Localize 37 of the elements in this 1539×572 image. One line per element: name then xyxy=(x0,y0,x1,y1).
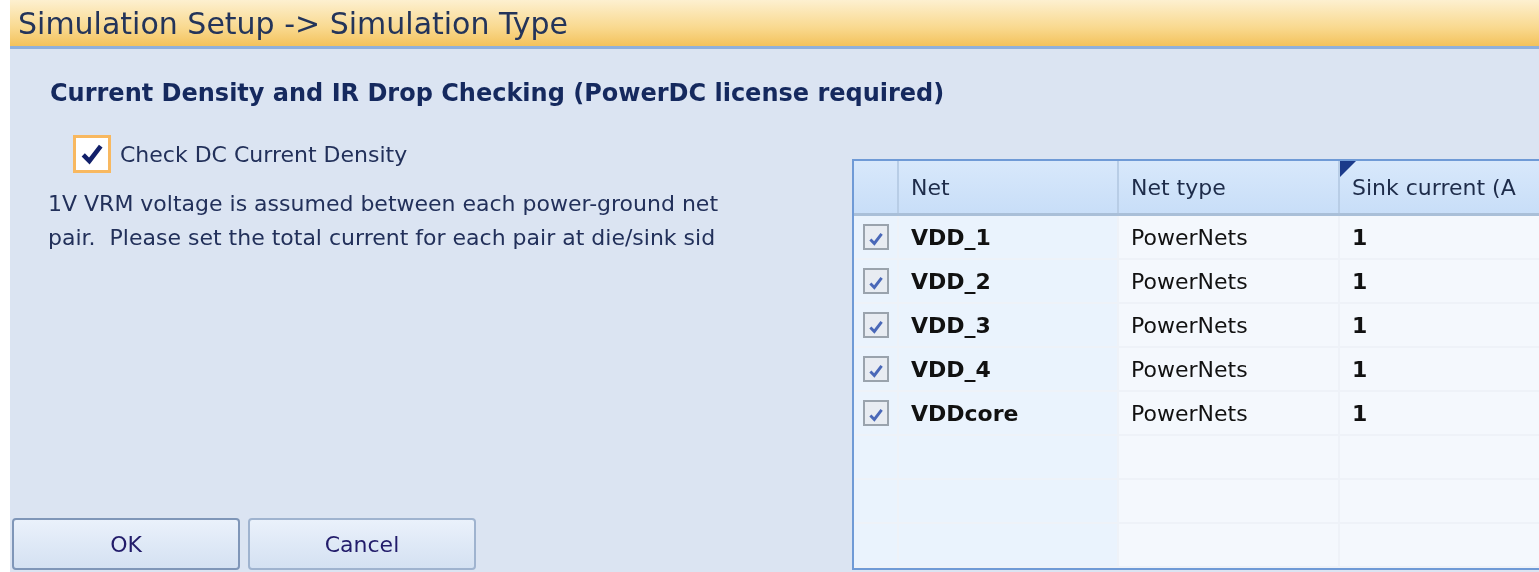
table-cell: 1 xyxy=(1340,392,1539,436)
table-cell: PowerNets xyxy=(1119,260,1340,304)
table-cell: VDD_2 xyxy=(899,260,1119,304)
column-header[interactable]: Net xyxy=(899,161,1119,213)
row-checkbox[interactable] xyxy=(862,268,889,294)
description-text: pair. Please set the total current for each pair at die/sink sid xyxy=(48,224,717,252)
table-cell: 1 xyxy=(1340,304,1539,348)
cancel-button[interactable]: Cancel xyxy=(248,518,476,570)
row-checkbox[interactable] xyxy=(862,356,889,382)
table-cell: VDD_4 xyxy=(899,348,1119,392)
checkmark-icon xyxy=(866,406,885,424)
checkmark-icon xyxy=(866,230,885,248)
table-cell: PowerNets xyxy=(1119,348,1340,392)
checkbox[interactable] xyxy=(73,135,111,173)
corner-marker-icon xyxy=(1340,161,1356,177)
table-cell: VDD_3 xyxy=(899,304,1119,348)
checkmark-icon xyxy=(866,318,885,336)
table-cell: PowerNets xyxy=(1119,216,1340,260)
column-header[interactable]: Net type xyxy=(1119,161,1340,213)
table-cell: 1 xyxy=(1340,260,1539,304)
checkbox-label[interactable]: Check DC Current Density xyxy=(120,141,408,167)
table-cell: 1 xyxy=(1340,348,1539,392)
column-header[interactable]: Sink current (A xyxy=(1340,161,1539,213)
row-checkbox[interactable] xyxy=(862,400,889,426)
table-cell: 1 xyxy=(1340,216,1539,260)
ok-button[interactable]: OK xyxy=(12,518,240,570)
section-heading: Current Density and IR Drop Checking (PowerDC license required) xyxy=(49,78,946,109)
checkmark-icon xyxy=(866,362,885,380)
table-cell: PowerNets xyxy=(1119,392,1340,436)
row-checkbox[interactable] xyxy=(862,224,889,250)
table-cell: VDDcore xyxy=(899,392,1119,436)
table-cell: VDD_1 xyxy=(899,216,1119,260)
window-title: Simulation Setup -> Simulation Type xyxy=(18,5,568,41)
description-text: 1V VRM voltage is assumed between each power-ground net xyxy=(48,190,720,218)
checkmark-icon xyxy=(866,274,885,292)
table-cell: PowerNets xyxy=(1119,304,1340,348)
row-checkbox[interactable] xyxy=(862,312,889,338)
